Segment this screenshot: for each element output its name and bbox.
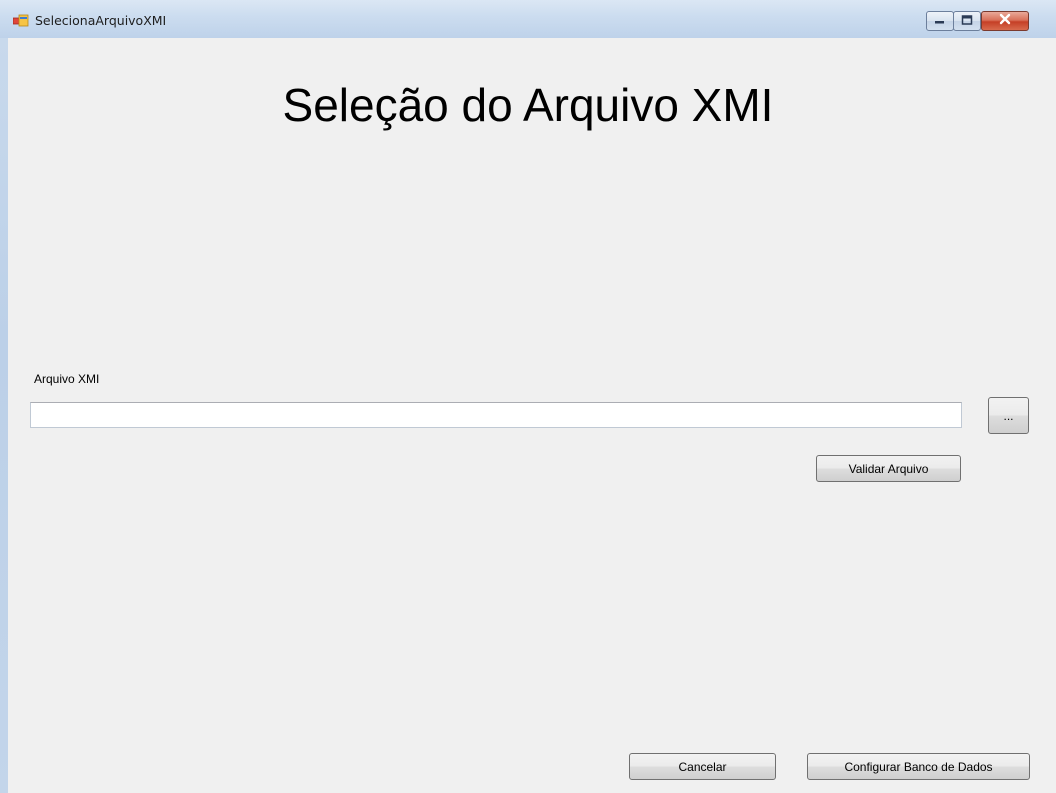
file-path-input[interactable] [30, 402, 962, 428]
minimize-icon [934, 12, 946, 30]
title-bar[interactable]: SelecionaArquivoXMI [0, 0, 1056, 38]
maximize-button[interactable] [953, 11, 981, 31]
cancel-button[interactable]: Cancelar [629, 753, 776, 780]
page-title: Seleção do Arquivo XMI [282, 79, 774, 131]
file-label: Arquivo XMI [34, 372, 100, 386]
windows-forms-app-icon [12, 14, 29, 28]
app-window: SelecionaArquivoXMI Seleção do Arquivo X… [0, 0, 1056, 793]
close-icon [998, 12, 1012, 30]
close-button[interactable] [981, 11, 1029, 31]
window-title: SelecionaArquivoXMI [35, 13, 167, 28]
window-frame-edge [0, 38, 8, 793]
validate-file-button[interactable]: Validar Arquivo [816, 455, 961, 482]
minimize-button[interactable] [926, 11, 954, 31]
maximize-icon [961, 12, 973, 30]
configure-database-button[interactable]: Configurar Banco de Dados [807, 753, 1030, 780]
browse-button[interactable]: ... [988, 397, 1029, 434]
